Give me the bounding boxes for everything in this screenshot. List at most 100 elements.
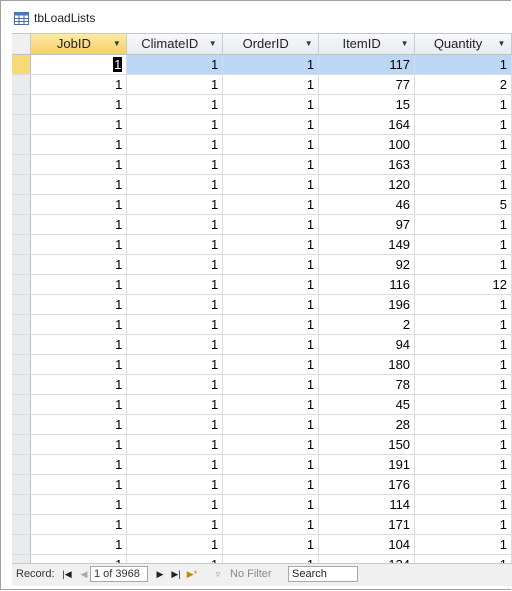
table-cell[interactable]: 1 bbox=[222, 174, 320, 195]
column-header-quantity[interactable]: Quantity ▼ bbox=[414, 34, 512, 55]
table-cell[interactable]: 1 bbox=[126, 254, 224, 275]
table-cell[interactable]: 1 bbox=[30, 274, 128, 295]
table-cell[interactable]: 1 bbox=[126, 454, 224, 475]
table-cell[interactable]: 1 bbox=[126, 534, 224, 555]
record-selector[interactable] bbox=[12, 434, 32, 455]
record-selector[interactable] bbox=[12, 294, 32, 315]
table-cell[interactable]: 5 bbox=[414, 194, 512, 215]
table-row[interactable]: 1 1 1 94 1 bbox=[12, 334, 512, 355]
table-cell[interactable]: 1 bbox=[222, 314, 320, 335]
table-cell[interactable]: 2 bbox=[414, 74, 512, 95]
table-cell[interactable]: 1 bbox=[126, 234, 224, 255]
table-cell[interactable]: 1 bbox=[222, 74, 320, 95]
table-cell[interactable]: 1 bbox=[126, 474, 224, 495]
table-cell[interactable]: 1 bbox=[126, 274, 224, 295]
record-selector[interactable] bbox=[12, 174, 32, 195]
table-cell[interactable]: 1 bbox=[222, 374, 320, 395]
record-selector[interactable] bbox=[12, 354, 32, 375]
table-cell[interactable]: 1 bbox=[30, 174, 128, 195]
table-row[interactable]: 1 1 1 171 1 bbox=[12, 514, 512, 535]
table-cell[interactable]: 1 bbox=[222, 454, 320, 475]
table-cell[interactable]: 1 bbox=[30, 374, 128, 395]
table-cell[interactable]: 1 bbox=[30, 414, 128, 435]
table-cell[interactable]: 77 bbox=[318, 74, 416, 95]
table-cell[interactable]: 1 bbox=[30, 514, 128, 535]
column-header-jobid[interactable]: JobID ▼ bbox=[30, 34, 128, 55]
record-selector[interactable] bbox=[12, 54, 32, 75]
table-cell[interactable]: 1 bbox=[30, 534, 128, 555]
record-selector[interactable] bbox=[12, 254, 32, 275]
table-cell[interactable]: 1 bbox=[222, 214, 320, 235]
filter-dropdown-icon[interactable]: ▼ bbox=[496, 38, 507, 49]
record-selector[interactable] bbox=[12, 514, 32, 535]
table-cell[interactable]: 117 bbox=[318, 54, 416, 75]
table-row[interactable]: 1 1 1 180 1 bbox=[12, 354, 512, 375]
table-cell[interactable]: 78 bbox=[318, 374, 416, 395]
table-cell[interactable]: 97 bbox=[318, 214, 416, 235]
table-cell[interactable]: 1 bbox=[126, 154, 224, 175]
table-cell[interactable]: 1 bbox=[126, 334, 224, 355]
current-record-field[interactable]: 1 of 3968 bbox=[90, 566, 148, 582]
filter-dropdown-icon[interactable]: ▼ bbox=[399, 38, 410, 49]
record-selector[interactable] bbox=[12, 314, 32, 335]
last-record-icon[interactable]: ▶| bbox=[170, 568, 182, 580]
table-cell[interactable]: 1 bbox=[222, 394, 320, 415]
table-cell[interactable]: 1 bbox=[30, 394, 128, 415]
table-row[interactable]: 1 1 1 114 1 bbox=[12, 494, 512, 515]
cell-editor[interactable]: 1 bbox=[113, 56, 123, 72]
first-record-icon[interactable]: |◀ bbox=[61, 568, 73, 580]
table-cell[interactable]: 1 bbox=[222, 194, 320, 215]
table-row[interactable]: 1 1 1 117 1 bbox=[12, 54, 512, 75]
record-selector[interactable] bbox=[12, 334, 32, 355]
table-cell[interactable]: 1 bbox=[30, 474, 128, 495]
table-cell[interactable]: 2 bbox=[318, 314, 416, 335]
table-row[interactable]: 1 1 1 15 1 bbox=[12, 94, 512, 115]
table-cell[interactable]: 1 bbox=[414, 54, 512, 75]
table-cell[interactable]: 1 bbox=[126, 74, 224, 95]
record-selector[interactable] bbox=[12, 74, 32, 95]
table-cell[interactable]: 1 bbox=[222, 434, 320, 455]
table-cell[interactable]: 12 bbox=[414, 274, 512, 295]
table-cell[interactable]: 180 bbox=[318, 354, 416, 375]
record-selector[interactable] bbox=[12, 94, 32, 115]
record-selector[interactable] bbox=[12, 234, 32, 255]
table-cell[interactable]: 1 bbox=[222, 94, 320, 115]
table-cell[interactable]: 163 bbox=[318, 154, 416, 175]
table-cell[interactable]: 1 bbox=[414, 234, 512, 255]
record-selector[interactable] bbox=[12, 374, 32, 395]
column-header-orderid[interactable]: OrderID ▼ bbox=[222, 34, 320, 55]
record-selector[interactable] bbox=[12, 394, 32, 415]
table-cell[interactable]: 1 bbox=[126, 394, 224, 415]
table-cell[interactable]: 1 bbox=[222, 514, 320, 535]
table-cell[interactable]: 1 bbox=[414, 474, 512, 495]
record-selector[interactable] bbox=[12, 494, 32, 515]
table-cell[interactable]: 1 bbox=[222, 54, 320, 75]
table-cell[interactable]: 1 bbox=[126, 174, 224, 195]
table-cell[interactable]: 1 bbox=[222, 334, 320, 355]
table-cell[interactable]: 1 bbox=[126, 294, 224, 315]
table-row[interactable]: 1 1 1 77 2 bbox=[12, 74, 512, 95]
table-cell[interactable]: 1 bbox=[222, 414, 320, 435]
record-selector[interactable] bbox=[12, 134, 32, 155]
table-cell[interactable]: 164 bbox=[318, 114, 416, 135]
table-cell[interactable]: 1 bbox=[126, 114, 224, 135]
table-cell[interactable]: 1 bbox=[222, 354, 320, 375]
table-cell[interactable]: 1 bbox=[414, 354, 512, 375]
table-cell[interactable]: 1 bbox=[30, 434, 128, 455]
table-cell[interactable]: 1 bbox=[30, 74, 128, 95]
table-cell[interactable]: 1 bbox=[222, 134, 320, 155]
table-cell[interactable]: 149 bbox=[318, 234, 416, 255]
record-selector[interactable] bbox=[12, 194, 32, 215]
table-cell[interactable]: 1 bbox=[222, 534, 320, 555]
table-cell[interactable]: 196 bbox=[318, 294, 416, 315]
table-cell[interactable]: 1 bbox=[126, 494, 224, 515]
table-row[interactable]: 1 1 1 191 1 bbox=[12, 454, 512, 475]
table-cell[interactable]: 1 bbox=[126, 414, 224, 435]
table-cell[interactable]: 1 bbox=[126, 514, 224, 535]
table-cell[interactable]: 1 bbox=[126, 434, 224, 455]
table-cell[interactable]: 1 bbox=[126, 94, 224, 115]
table-row[interactable]: 1 1 1 28 1 bbox=[12, 414, 512, 435]
table-row[interactable]: 1 1 1 46 5 bbox=[12, 194, 512, 215]
table-cell[interactable]: 1 bbox=[126, 54, 224, 75]
table-row[interactable]: 1 1 1 116 12 bbox=[12, 274, 512, 295]
